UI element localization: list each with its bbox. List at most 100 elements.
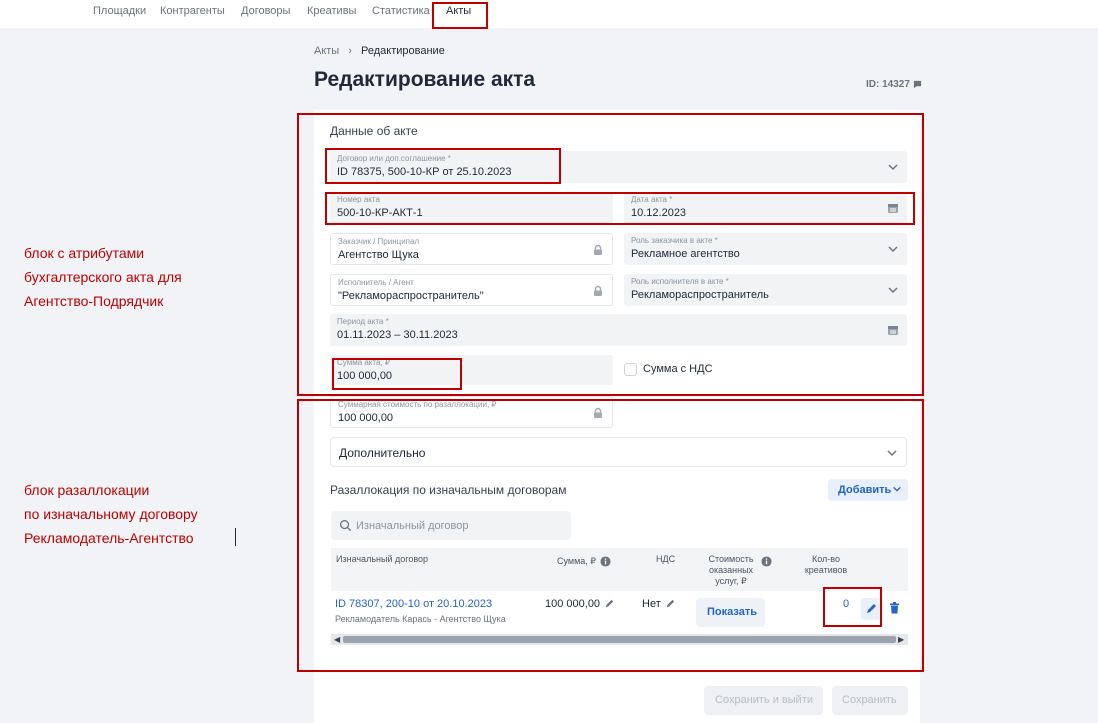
executor-role-select[interactable]: Роль исполнителя в акте * Рекламораспрос…: [624, 274, 907, 306]
save-and-exit-label: Сохранить и выйти: [715, 694, 813, 706]
nav-item-creatives[interactable]: Креативы: [307, 5, 356, 17]
row-sum-value: 100 000,00: [545, 598, 601, 610]
calendar-icon[interactable]: [887, 324, 899, 336]
scroll-left-icon[interactable]: ◀: [334, 634, 340, 645]
annotation-line: блок разаллокации: [24, 482, 150, 498]
realloc-section-title: Разаллокация по изначальным договорам: [330, 483, 567, 497]
annotation-line: бухгалтерского акта для: [24, 269, 182, 285]
col-vat: НДС: [656, 554, 676, 564]
breadcrumb-current: Редактирование: [361, 45, 445, 57]
row-parties: Рекламодатель Карась - Агентство Щука: [335, 614, 506, 624]
executor-field: Исполнитель / Агент "Рекламораспространи…: [330, 274, 613, 306]
act-date-label: Дата акта *: [631, 195, 673, 204]
contract-value: ID 78375, 500-10-КР от 25.10.2023: [337, 166, 512, 178]
lock-icon: [594, 285, 602, 296]
annotation-block-1: блок с атрибутами бухгалтерского акта дл…: [24, 241, 182, 313]
comment-icon[interactable]: [913, 80, 922, 89]
text-cursor: [235, 528, 236, 546]
realloc-total-value: 100 000,00: [338, 412, 394, 424]
calendar-icon[interactable]: [887, 202, 899, 214]
act-period-label: Период акта *: [337, 317, 389, 326]
breadcrumb: Акты › Редактирование: [314, 45, 445, 57]
row-creatives-count[interactable]: 0: [843, 598, 849, 610]
show-cost-label: Показать: [707, 606, 757, 618]
act-number-value: 500-10-КР-АКТ-1: [337, 207, 423, 219]
contract-label: Договор или доп.соглашение *: [337, 154, 451, 163]
contract-select[interactable]: Договор или доп.соглашение * ID 78375, 5…: [330, 151, 907, 183]
vat-checkbox-label: Сумма с НДС: [643, 363, 713, 375]
act-period-value: 01.11.2023 – 30.11.2023: [337, 329, 458, 341]
save-and-exit-button[interactable]: Сохранить и выйти: [704, 686, 823, 715]
act-period-field[interactable]: Период акта * 01.11.2023 – 30.11.2023: [330, 314, 907, 346]
scroll-right-icon[interactable]: ▶: [898, 634, 904, 645]
realloc-total-field: Суммарная стоимость по разаллокации, ₽ 1…: [330, 396, 613, 428]
annotation-block-2: блок разаллокации по изначальному догово…: [24, 478, 198, 550]
nav-item-counterparties[interactable]: Контрагенты: [160, 5, 225, 17]
executor-value: "Рекламораспространитель": [338, 290, 484, 302]
info-icon[interactable]: [600, 556, 611, 567]
executor-role-value: Рекламораспространитель: [631, 289, 769, 301]
act-date-field[interactable]: Дата акта * 10.12.2023: [624, 192, 907, 224]
save-button[interactable]: Сохранить: [832, 686, 908, 715]
chevron-down-icon: [887, 450, 897, 457]
customer-value: Агентство Щука: [338, 249, 419, 261]
chevron-down-icon: [888, 164, 898, 171]
trash-icon[interactable]: [889, 602, 900, 614]
edit-creatives-button[interactable]: [861, 598, 881, 620]
row-vat-value: Нет: [642, 598, 661, 610]
col-contract: Изначальный договор: [336, 554, 429, 564]
nav-item-platforms[interactable]: Площадки: [93, 5, 146, 17]
top-nav: Площадки Контрагенты Договоры Креативы С…: [0, 0, 1098, 28]
pencil-icon: [867, 604, 876, 613]
breadcrumb-root[interactable]: Акты: [314, 45, 339, 57]
row-contract-link[interactable]: ID 78307, 200-10 от 20.10.2023: [335, 598, 492, 610]
act-number-field[interactable]: Номер акта 500-10-КР-АКТ-1: [330, 192, 613, 224]
chevron-down-icon: [888, 246, 898, 253]
act-section-title: Данные об акте: [330, 124, 418, 138]
nav-item-statistics[interactable]: Статистика: [372, 5, 430, 17]
vat-checkbox[interactable]: [624, 363, 637, 376]
record-id: ID: 14327: [866, 79, 922, 90]
col-creatives: Кол-во креативов: [804, 554, 848, 575]
record-id-text: ID: 14327: [866, 79, 910, 90]
lock-icon: [594, 407, 602, 418]
annotation-line: блок с атрибутами: [24, 245, 145, 261]
col-sum: Сумма, ₽: [557, 556, 611, 567]
row-vat: Нет: [642, 598, 675, 610]
col-cost: Стоимость оказанных услуг, ₽: [708, 554, 754, 586]
search-icon: [340, 520, 352, 532]
act-number-label: Номер акта: [337, 195, 380, 204]
act-amount-value: 100 000,00: [337, 370, 393, 382]
nav-item-acts[interactable]: Акты: [446, 5, 471, 17]
additional-label: Дополнительно: [339, 446, 426, 460]
col-sum-text: Сумма, ₽: [557, 556, 597, 566]
annotation-line: Рекламодатель-Агентство: [24, 530, 194, 546]
customer-role-label: Роль заказчика в акте *: [631, 236, 718, 245]
save-label: Сохранить: [842, 694, 897, 706]
act-date-value: 10.12.2023: [631, 207, 687, 219]
chevron-down-icon: [888, 287, 898, 294]
customer-role-select[interactable]: Роль заказчика в акте * Рекламное агентс…: [624, 233, 907, 265]
nav-item-contracts[interactable]: Договоры: [241, 5, 290, 17]
realloc-search-input[interactable]: [331, 511, 571, 540]
add-realloc-button[interactable]: Добавить: [828, 479, 908, 501]
info-icon[interactable]: [761, 556, 772, 567]
add-realloc-label: Добавить: [838, 484, 892, 496]
chevron-down-icon: [893, 486, 901, 492]
executor-role-label: Роль исполнителя в акте *: [631, 277, 729, 286]
act-amount-field[interactable]: Сумма акта, ₽ 100 000,00: [330, 355, 613, 385]
annotation-line: по изначальному договору: [24, 506, 198, 522]
annotation-line: Агентство-Подрядчик: [24, 293, 164, 309]
scrollbar-thumb[interactable]: [343, 636, 896, 643]
executor-label: Исполнитель / Агент: [338, 278, 414, 287]
realloc-total-label: Суммарная стоимость по разаллокации, ₽: [338, 400, 497, 409]
show-cost-button[interactable]: Показать: [696, 598, 765, 627]
additional-accordion[interactable]: Дополнительно: [330, 437, 907, 467]
act-amount-label: Сумма акта, ₽: [337, 358, 390, 367]
page-title: Редактирование акта: [314, 68, 536, 91]
customer-field: Заказчик / Принципал Агентство Щука: [330, 233, 613, 265]
pencil-icon[interactable]: [665, 599, 675, 609]
pencil-icon[interactable]: [604, 599, 614, 609]
lock-icon: [594, 244, 602, 255]
breadcrumb-separator-icon: ›: [348, 45, 352, 57]
